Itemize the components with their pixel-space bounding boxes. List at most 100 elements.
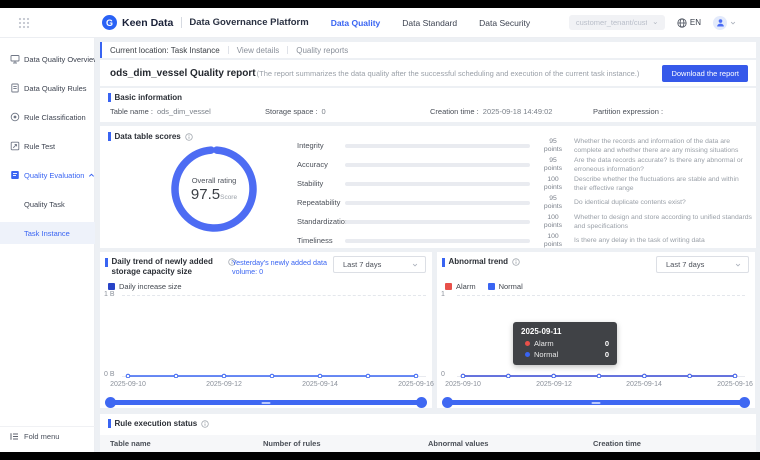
slider-grip [592,402,601,404]
chevron-up-icon [88,172,95,179]
slider-handle-left[interactable] [105,397,116,408]
section-accent-bar [105,258,108,267]
tab-data-standard[interactable]: Data Standard [402,18,457,28]
sidebar-item-data-quality-overview[interactable]: Data Quality Overview [0,48,95,70]
brand-divider [181,17,182,28]
section-accent-bar [442,258,445,267]
section-title-text: Abnormal trend [449,257,509,267]
legend-alarm[interactable]: Alarm [445,282,476,291]
user-menu[interactable] [713,16,736,30]
fold-menu-button[interactable]: Fold menu [0,426,95,446]
tenant-select[interactable]: customer_tenant/customer_ [569,15,665,30]
breadcrumb-view-details[interactable]: View details [237,46,280,55]
column-header-abnormal-values: Abnormal values [428,439,488,448]
tab-data-quality[interactable]: Data Quality [331,18,381,28]
rule-test-icon [10,141,20,151]
table-header-row: Table name Number of rules Abnormal valu… [100,435,756,452]
app-grid-icon[interactable] [18,17,30,29]
y-axis-min-label: 0 B [104,371,115,378]
info-icon[interactable] [185,133,193,141]
language-label: EN [690,18,701,27]
tooltip-date: 2025-09-11 [521,327,609,336]
x-tick-label: 2025-09-16 [398,381,434,388]
abnormal-trend-chart-card: Abnormal trend Last 7 days Alarm Normal [437,252,755,408]
slider-grip [262,402,271,404]
tooltip-row-alarm: Alarm 0 [521,339,609,348]
x-tick-label: 2025-09-14 [626,381,662,388]
section-title-basic-information: Basic information [108,93,182,102]
alarm-dot-icon [525,341,530,346]
metric-bar [345,144,530,148]
yesterday-volume-link[interactable]: Yesterday's newly added data volume: 0 [232,258,332,276]
data-table-scores-section: Data table scores Overall rating 97.5Sco… [100,126,756,248]
report-subtitle: (The report summarizes the data quality … [257,69,640,78]
legend-swatch [108,283,115,290]
y-axis-min-label: 0 [441,371,445,378]
info-icon[interactable] [512,258,520,266]
report-header: ods_dim_vessel Quality report (The repor… [100,60,756,86]
platform-title: Data Governance Platform [189,17,308,28]
chevron-down-icon [735,262,741,268]
rule-execution-status-section: Rule execution status Table name Number … [100,414,756,452]
info-icon[interactable] [201,420,209,428]
slider-handle-right[interactable] [416,397,427,408]
metric-row-standardization: Standardization 100points Whether to des… [297,212,753,231]
storage-line-plot[interactable] [122,296,422,378]
slider-handle-left[interactable] [442,397,453,408]
sidebar-item-rule-classification[interactable]: Rule Classification [0,106,95,128]
sidebar-item-label: Quality Evaluation [24,171,84,180]
abnormal-chart-range-slider[interactable] [442,397,750,408]
section-title-text: Daily trend of newly added storage capac… [112,257,224,276]
sidebar-item-data-quality-rules[interactable]: Data Quality Rules [0,77,95,99]
x-tick-label: 2025-09-12 [206,381,242,388]
main-content: Current location: Task Instance View det… [95,38,760,452]
y-axis-max-label: 1 B [104,291,115,298]
legend-daily-increase-size[interactable]: Daily increase size [108,282,182,291]
breadcrumb-separator [228,46,229,54]
basic-information-section: Basic information Table name :ods_dim_ve… [100,88,756,122]
brand-logo-icon: G [102,15,117,30]
storage-chart-legend: Daily increase size [108,282,182,291]
sidebar-item-label: Task Instance [24,229,70,238]
breadcrumb-current-location: Current location: Task Instance [110,46,220,55]
abnormal-chart-legend: Alarm Normal [445,282,523,291]
classification-icon [10,112,20,122]
breadcrumb-quality-reports[interactable]: Quality reports [296,46,348,55]
legend-normal[interactable]: Normal [488,282,523,291]
sidebar-item-quality-evaluation[interactable]: Quality Evaluation [0,164,95,186]
section-title-text: Rule execution status [115,419,198,428]
download-report-button[interactable]: Download the report [662,65,748,82]
field-partition-expression: Partition expression : [593,107,667,116]
overall-score-unit: Score [220,194,237,201]
metric-bar [345,163,530,167]
metric-row-stability: Stability 100points Describe whether the… [297,174,753,193]
slider-handle-right[interactable] [739,397,750,408]
top-navigation-bar: G Keen Data Data Governance Platform Dat… [0,8,760,38]
sidebar-item-task-instance[interactable]: Task Instance [0,222,95,244]
section-title-data-table-scores: Data table scores [108,132,193,141]
section-title-text: Basic information [115,93,183,102]
fold-menu-icon [10,432,19,441]
legend-swatch [445,283,452,290]
top-tabs: Data Quality Data Standard Data Security [331,18,530,28]
storage-range-select[interactable]: Last 7 days [333,256,426,273]
x-tick-label: 2025-09-14 [302,381,338,388]
metric-bar [345,220,530,224]
tab-data-security[interactable]: Data Security [479,18,530,28]
brand-name: Keen Data [122,17,173,29]
metric-row-accuracy: Accuracy 95points Are the data records a… [297,155,753,174]
language-switcher[interactable]: EN [677,18,701,28]
section-accent-bar [108,132,111,141]
range-select-value: Last 7 days [666,260,735,269]
storage-chart-range-slider[interactable] [105,397,427,408]
metric-row-integrity: Integrity 95points Whether the records a… [297,136,753,155]
column-header-number-of-rules: Number of rules [263,439,321,448]
metric-bar [345,201,530,205]
sidebar-item-rule-test[interactable]: Rule Test [0,135,95,157]
column-header-creation-time: Creation time [593,439,641,448]
sidebar-item-quality-task[interactable]: Quality Task [0,193,95,215]
x-tick-label: 2025-09-10 [445,381,481,388]
abnormal-range-select[interactable]: Last 7 days [656,256,749,273]
tenant-select-value: customer_tenant/customer_ [576,18,647,27]
report-title: ods_dim_vessel Quality report [110,68,256,79]
